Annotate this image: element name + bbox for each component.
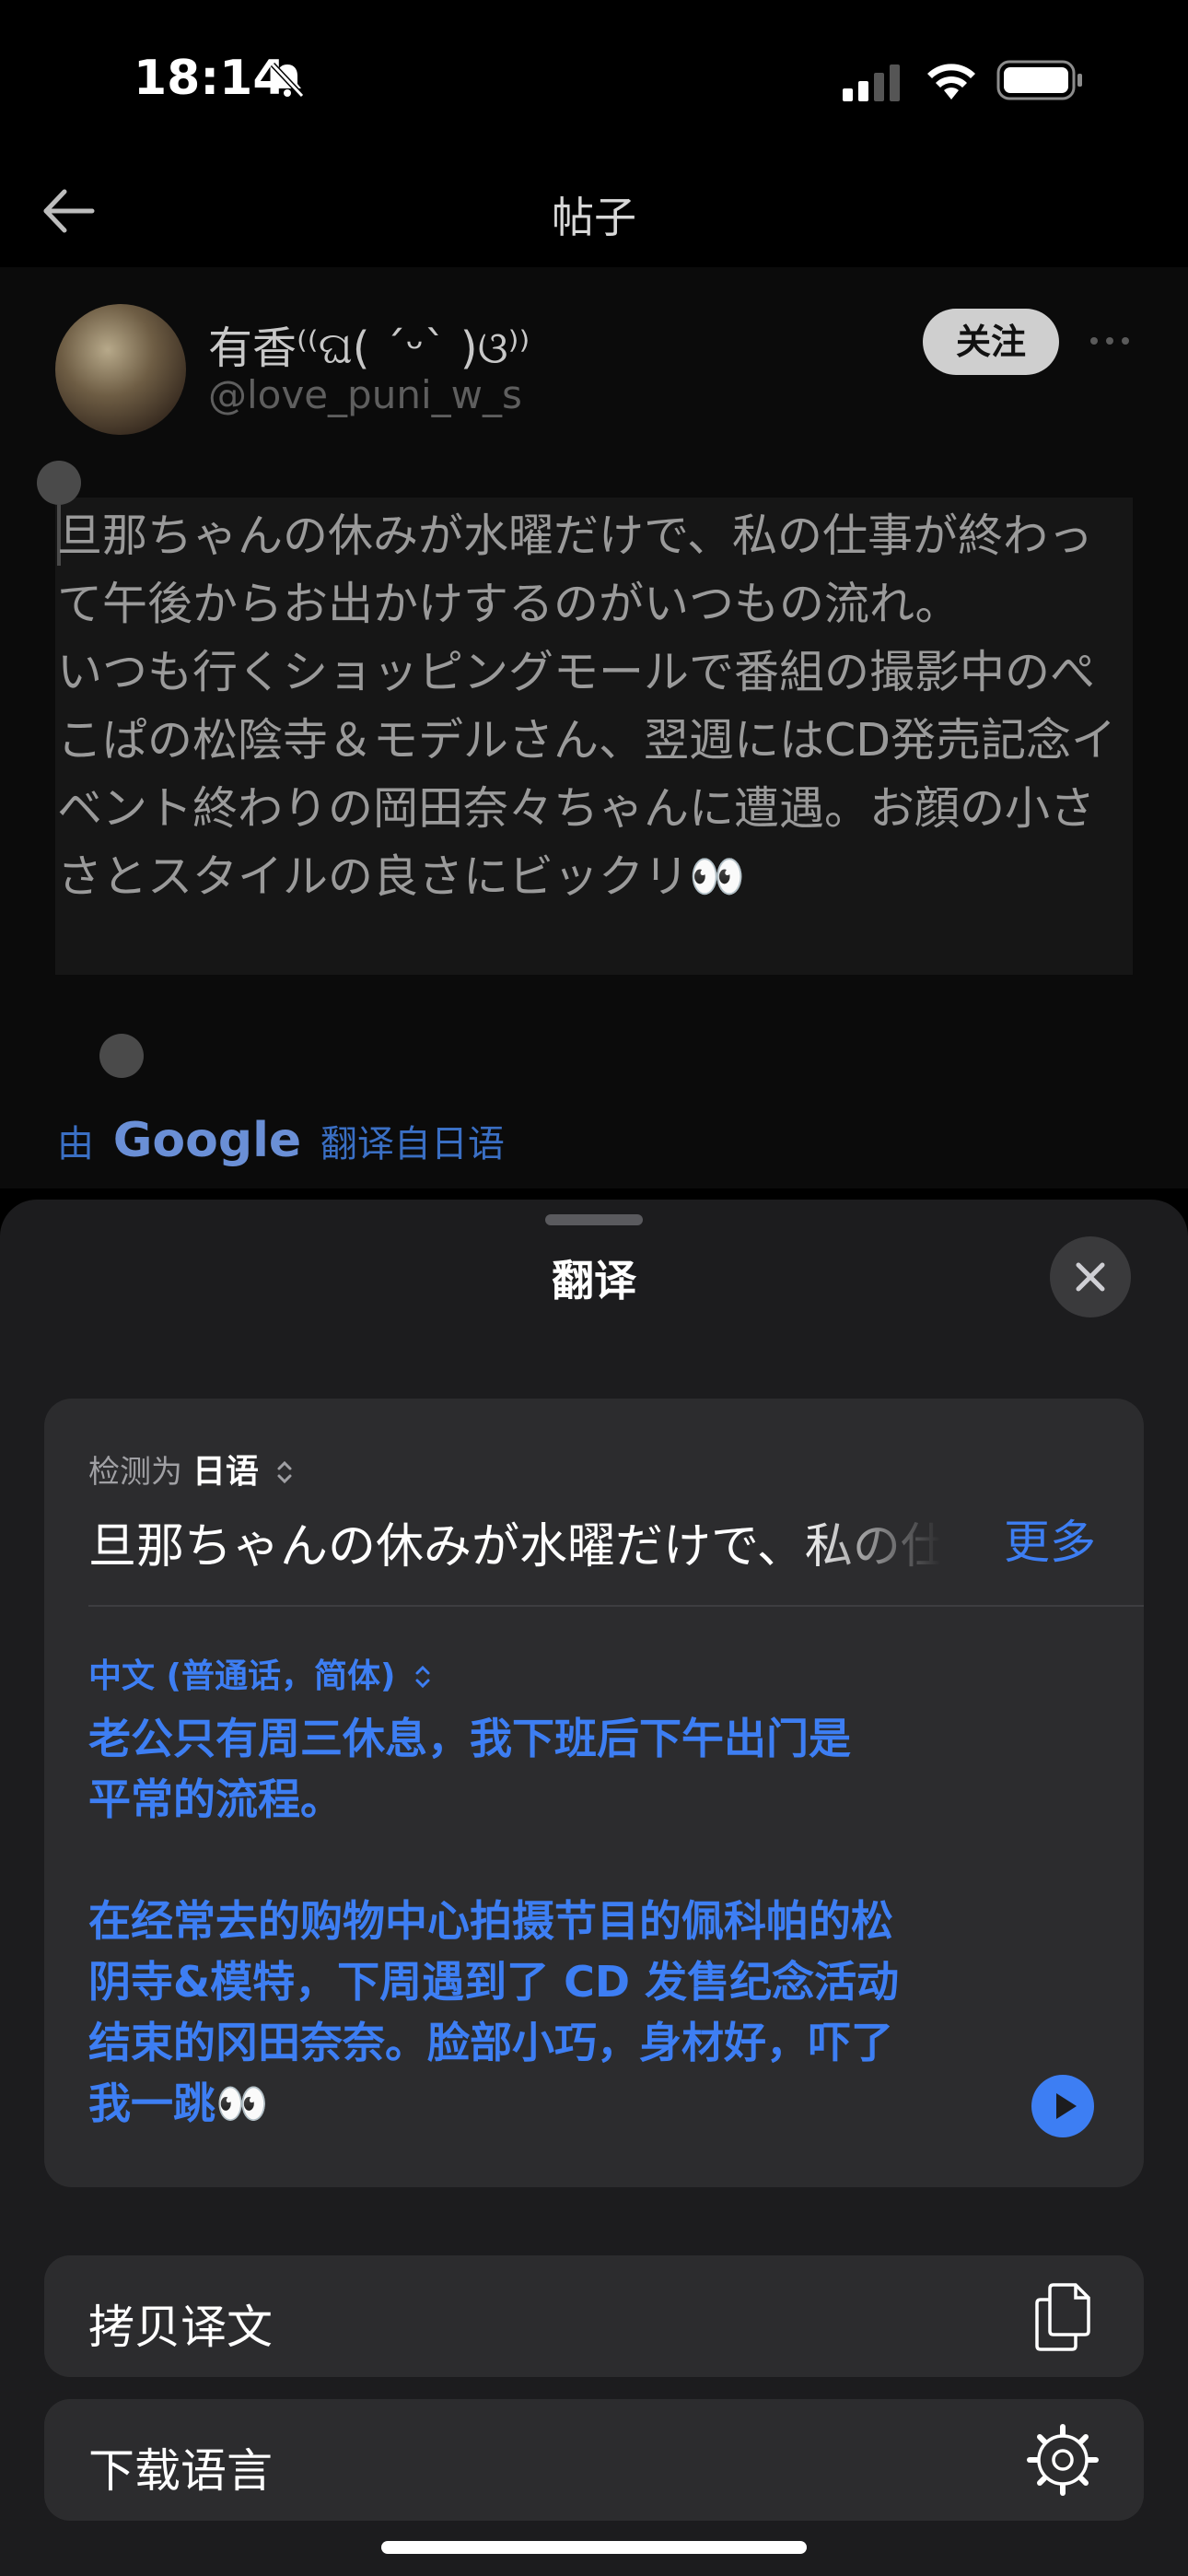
status-time: 18:14 xyxy=(134,51,286,106)
cellular-signal-icon xyxy=(843,64,900,101)
source-text-fade xyxy=(799,1500,965,1574)
copy-translation-button[interactable]: 拷贝译文 xyxy=(44,2255,1144,2377)
play-button[interactable] xyxy=(1031,2075,1094,2137)
close-button[interactable] xyxy=(1050,1236,1131,1317)
target-language-selector[interactable]: 中文 (普通话，简体) xyxy=(88,1649,433,1697)
selection-start-handle[interactable] xyxy=(37,461,81,505)
selection-end-handle[interactable] xyxy=(99,1034,144,1078)
detected-prefix: 检测为 xyxy=(88,1454,182,1491)
avatar[interactable] xyxy=(55,304,186,435)
author-name[interactable]: 有香⁽⁽ଘ( ˊᵕˋ )ଓ⁾⁾ xyxy=(208,311,530,376)
status-bar: 18:14 xyxy=(0,0,1188,157)
follow-button[interactable]: 关注 xyxy=(923,309,1059,375)
translated-text: 老公只有周三休息，我下班后下午出门是 平常的流程。 在经常去的购物中心拍摄节目的… xyxy=(88,1714,900,2128)
sheet-title: 翻译 xyxy=(552,1256,636,1306)
source-language-selector[interactable]: 检测为 日语 xyxy=(88,1445,295,1493)
close-icon xyxy=(1076,1262,1105,1292)
nav-bar: 帖子 xyxy=(0,157,1188,267)
google-logo: Google xyxy=(112,1113,302,1168)
wifi-icon xyxy=(927,64,975,100)
translated-from-label: 翻译自日语 xyxy=(320,1123,505,1165)
play-icon xyxy=(1056,2093,1077,2119)
bell-muted-icon xyxy=(270,62,305,99)
more-link[interactable]: 更多 xyxy=(1004,1505,1096,1572)
post-text[interactable]: 旦那ちゃんの休みが水曜だけで、私の仕事が終わって午後からお出かけするのがいつもの… xyxy=(57,502,1133,911)
home-indicator[interactable] xyxy=(381,2541,807,2554)
translation-card: 检测为 日语 旦那ちゃんの休みが水曜だけで、私の仕事が終わって 更多 中文 (普… xyxy=(44,1399,1144,2187)
detected-language: 日语 xyxy=(192,1453,259,1491)
copy-translation-label: 拷贝译文 xyxy=(88,2301,273,2354)
battery-icon xyxy=(996,60,1082,100)
gear-icon xyxy=(1027,2424,1099,2496)
page-title: 帖子 xyxy=(552,193,636,242)
sheet-grabber[interactable] xyxy=(545,1214,643,1225)
divider xyxy=(88,1605,1144,1607)
author-handle[interactable]: @love_puni_w_s xyxy=(208,372,522,417)
attribution-prefix: 由 xyxy=(57,1123,94,1165)
chevron-up-down-icon xyxy=(415,1665,430,1689)
download-languages-label: 下载语言 xyxy=(88,2444,273,2498)
copy-icon xyxy=(1035,2283,1090,2351)
chevron-up-down-icon xyxy=(277,1460,292,1484)
more-options-icon[interactable] xyxy=(1087,322,1133,359)
download-languages-button[interactable]: 下载语言 xyxy=(44,2399,1144,2521)
translation-attribution[interactable]: 由 Google 翻译自日语 xyxy=(57,1113,505,1168)
target-language: 中文 (普通话，简体) xyxy=(88,1657,396,1695)
translate-sheet: 翻译 检测为 日语 旦那ちゃんの休みが水曜だけで、私の仕事が終わって 更多 中文… xyxy=(0,1200,1188,2576)
